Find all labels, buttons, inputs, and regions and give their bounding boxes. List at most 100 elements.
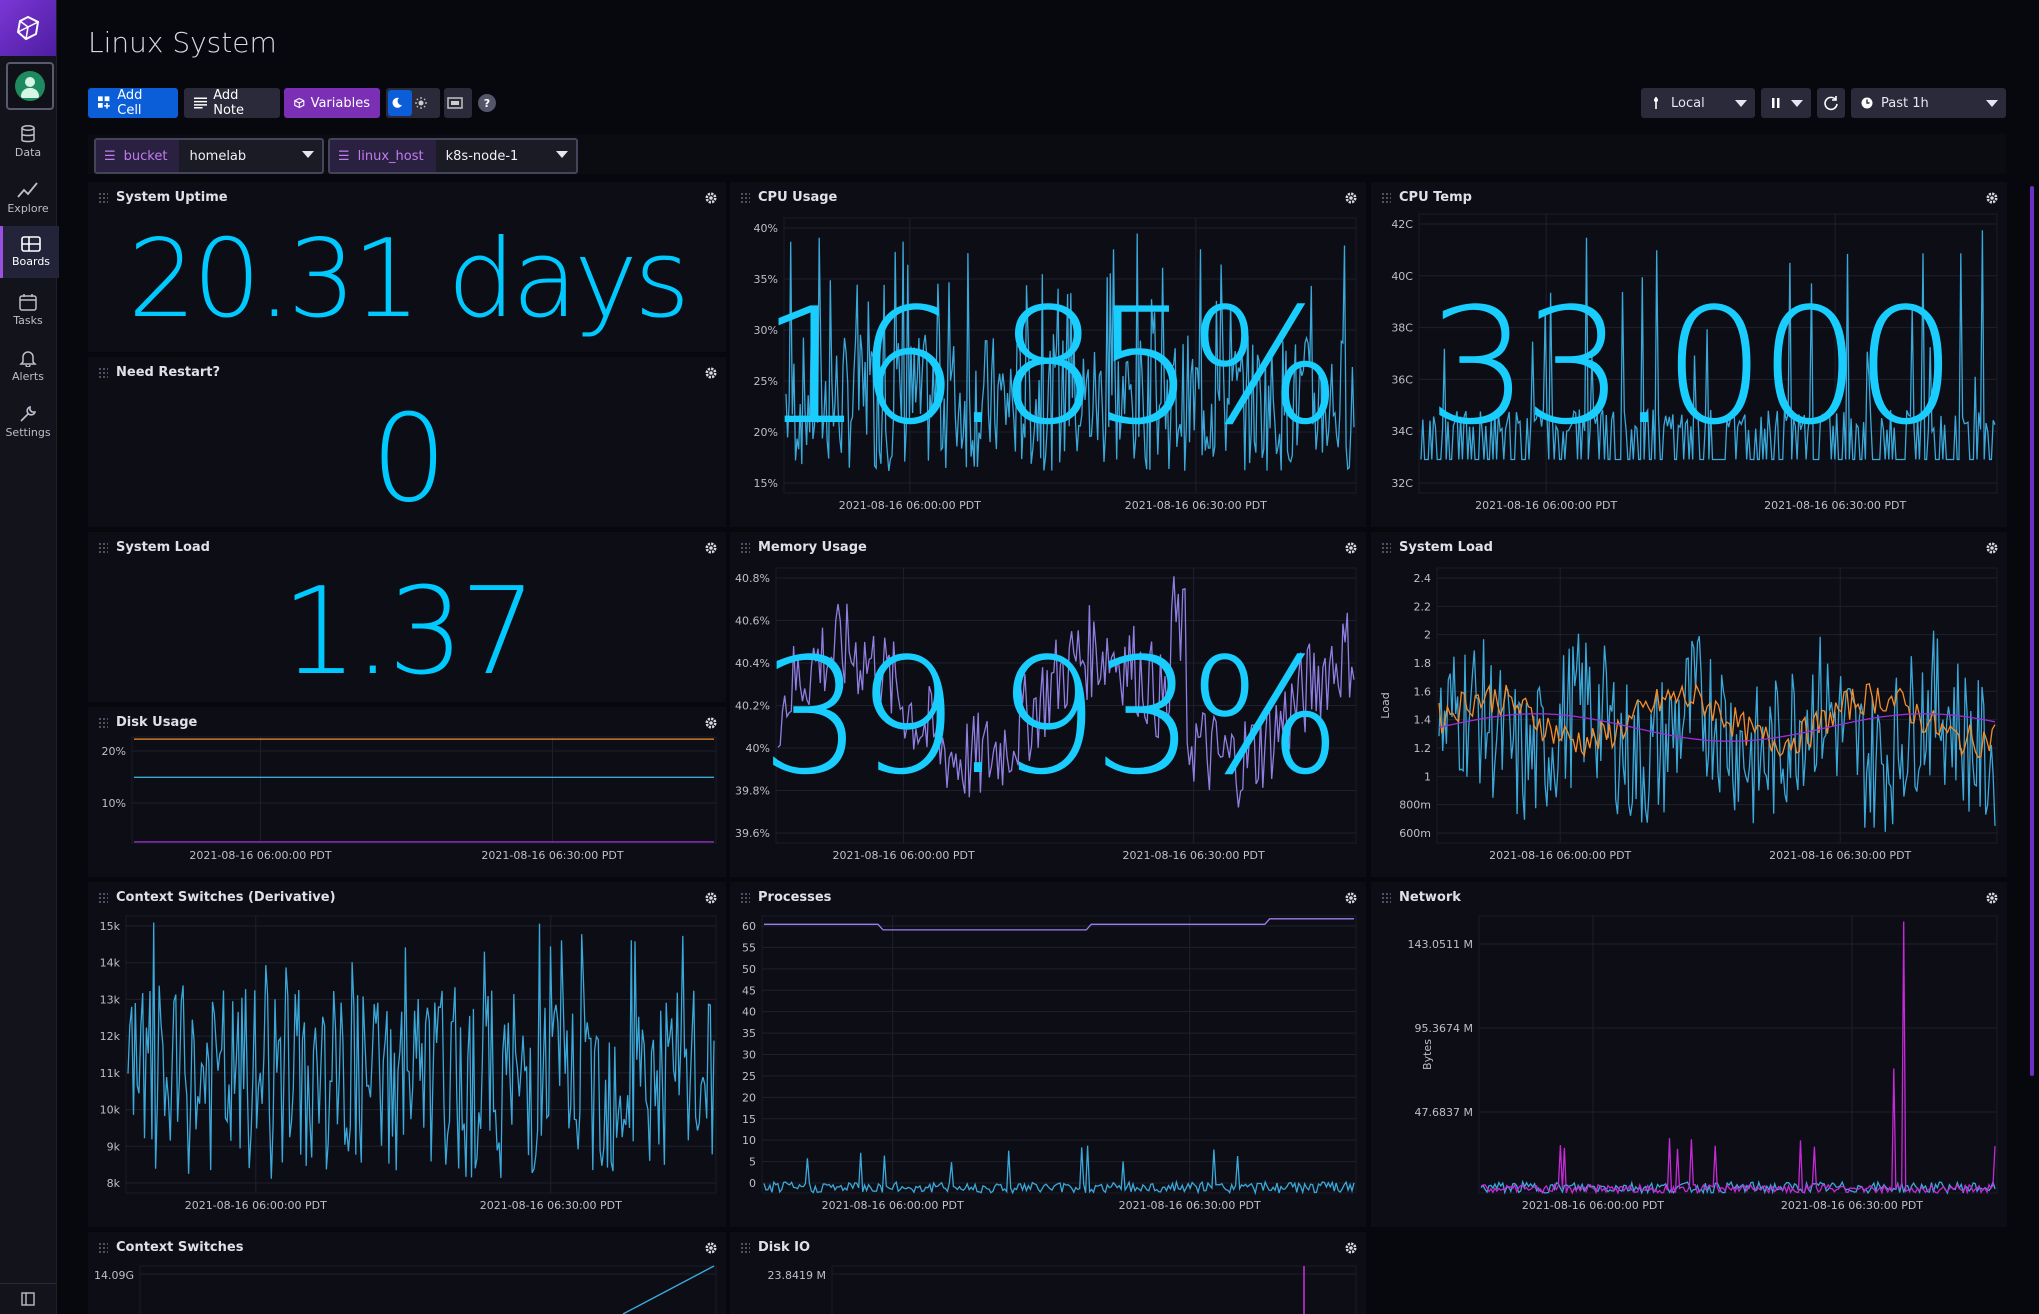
x-tick-label: 2021-08-16 06:30:00 PDT bbox=[481, 849, 623, 862]
cell-settings-gear-icon[interactable] bbox=[704, 540, 718, 559]
cell-context-switches-derivative[interactable]: 15k 14k 13k 12k 11k 10k 9k 8k 2021-08-16 06:00:0… bbox=[88, 882, 726, 1227]
cell-header: CPU Usage bbox=[740, 190, 837, 205]
single-stat-value: 0 bbox=[370, 390, 447, 529]
cell-memory-usage[interactable]: 40.8% 40.6% 40.4% 40.2% 40% 39.8% 39.6% 2021-08… bbox=[730, 532, 1366, 877]
drag-handle-icon[interactable] bbox=[98, 1241, 108, 1254]
y-axis-label: Load bbox=[1379, 692, 1392, 718]
graph-plot: 2.4 2.2 2 1.8 1.6 1.4 1.2 1 800m 600m 2021-08-16 0… bbox=[1379, 567, 1998, 862]
scrollbar[interactable] bbox=[2030, 186, 2034, 1076]
cell-settings-gear-icon[interactable] bbox=[1985, 190, 1999, 209]
plot-area bbox=[139, 1265, 717, 1314]
dark-mode-option[interactable] bbox=[388, 90, 412, 116]
cell-cpu-usage[interactable]: 40% 35% 30% 25% 20% 15% 2021-08-16 06:00:00 PD… bbox=[730, 182, 1366, 527]
cell-header: System Uptime bbox=[98, 190, 228, 205]
influxdb-logo[interactable] bbox=[0, 0, 56, 56]
cell-system-uptime[interactable]: System Uptime 20.31 days bbox=[88, 182, 726, 352]
drag-handle-icon[interactable] bbox=[98, 191, 108, 204]
add-cell-icon bbox=[98, 96, 110, 109]
cell-settings-gear-icon[interactable] bbox=[1344, 190, 1358, 209]
x-tick-label: 2021-08-16 06:30:00 PDT bbox=[1119, 1199, 1261, 1212]
cell-settings-gear-icon[interactable] bbox=[704, 890, 718, 909]
y-tick-label: 34C bbox=[1391, 425, 1413, 438]
cell-settings-gear-icon[interactable] bbox=[704, 190, 718, 209]
cell-settings-gear-icon[interactable] bbox=[1344, 890, 1358, 909]
cell-settings-gear-icon[interactable] bbox=[704, 365, 718, 384]
drag-handle-icon[interactable] bbox=[740, 191, 750, 204]
variable-value: homelab bbox=[189, 148, 247, 164]
cell-settings-gear-icon[interactable] bbox=[1985, 540, 1999, 559]
graph-plot: 20% 10% 2021-08-16 06:00:00 PDT 2021-08-16 … bbox=[102, 736, 717, 862]
cell-title: Memory Usage bbox=[758, 540, 867, 555]
drag-handle-icon[interactable] bbox=[98, 366, 108, 379]
sidebar-item-boards[interactable]: Boards bbox=[0, 226, 59, 278]
add-cell-button[interactable]: Add Cell bbox=[88, 88, 178, 118]
add-note-button[interactable]: Add Note bbox=[184, 88, 280, 118]
sidebar-item-settings[interactable]: Settings bbox=[0, 396, 56, 448]
cell-processes[interactable]: 60 55 50 45 40 35 30 25 20 15 10 5 0 2021-08-16 06:00… bbox=[730, 882, 1366, 1227]
y-tick-label: 15k bbox=[100, 920, 121, 933]
cell-settings-gear-icon[interactable] bbox=[704, 1240, 718, 1259]
variable-dropdown-linux-host[interactable]: ☰ linux_host k8s-node-1 bbox=[328, 138, 578, 174]
drag-handle-icon[interactable] bbox=[98, 716, 108, 729]
drag-handle-icon[interactable] bbox=[740, 541, 750, 554]
collapse-sidebar-button[interactable] bbox=[0, 1283, 56, 1314]
cell-cpu-temp[interactable]: 42C 40C 38C 36C 34C 32C 2021-08-16 06:00:00 PD… bbox=[1371, 182, 2007, 527]
graph-plot: 143.0511 M 95.3674 M 47.6837 M 2021-08-16 0… bbox=[1408, 915, 1998, 1212]
sidebar-item-alerts[interactable]: Alerts bbox=[0, 340, 56, 392]
variables-button[interactable]: Variables bbox=[284, 88, 380, 118]
cell-network[interactable]: 143.0511 M 95.3674 M 47.6837 M 2021-08-16 0… bbox=[1371, 882, 2007, 1227]
cell-settings-gear-icon[interactable] bbox=[704, 715, 718, 734]
y-tick-label: 10k bbox=[100, 1104, 121, 1117]
y-tick-label: 800m bbox=[1399, 799, 1431, 812]
x-tick-label: 2021-08-16 06:00:00 PDT bbox=[185, 1199, 327, 1212]
sidebar-item-explore[interactable]: Explore bbox=[0, 172, 56, 224]
x-tick-label: 2021-08-16 06:30:00 PDT bbox=[1123, 849, 1265, 862]
cell-context-switches[interactable]: 14.09G Context Switches bbox=[88, 1232, 726, 1314]
series-line bbox=[764, 918, 1354, 931]
drag-handle-icon[interactable] bbox=[1381, 891, 1391, 904]
cell-title: Disk IO bbox=[758, 1240, 811, 1255]
light-mode-option[interactable] bbox=[412, 90, 436, 116]
cell-system-load-graph[interactable]: 2.4 2.2 2 1.8 1.6 1.4 1.2 1 800m 600m 2021-08-16 0… bbox=[1371, 532, 2007, 877]
y-tick-label: 1.6 bbox=[1414, 685, 1432, 698]
cell-settings-gear-icon[interactable] bbox=[1344, 1240, 1358, 1259]
variable-dropdown-bucket[interactable]: ☰ bucket homelab bbox=[94, 138, 324, 174]
user-avatar[interactable] bbox=[6, 62, 54, 110]
x-tick-label: 2021-08-16 06:30:00 PDT bbox=[1764, 499, 1906, 512]
sidebar-item-tasks[interactable]: Tasks bbox=[0, 284, 56, 336]
cell-title: System Load bbox=[1399, 540, 1493, 555]
timezone-dropdown[interactable]: Local bbox=[1641, 88, 1755, 118]
cell-disk-io[interactable]: 23.8419 M Disk IO bbox=[730, 1232, 1366, 1314]
cell-title: Context Switches bbox=[116, 1240, 244, 1255]
drag-handle-icon[interactable] bbox=[98, 541, 108, 554]
drag-handle-icon[interactable] bbox=[740, 891, 750, 904]
drag-handle-icon[interactable] bbox=[1381, 191, 1391, 204]
presentation-mode-button[interactable] bbox=[444, 88, 472, 118]
cell-system-load-stat[interactable]: System Load 1.37 bbox=[88, 532, 726, 702]
help-icon[interactable]: ? bbox=[478, 94, 496, 112]
x-tick-label: 2021-08-16 06:00:00 PDT bbox=[839, 499, 981, 512]
cell-title: Need Restart? bbox=[116, 365, 221, 380]
cell-title: System Load bbox=[116, 540, 210, 555]
sidebar-item-data[interactable]: Data bbox=[0, 116, 56, 168]
cell-settings-gear-icon[interactable] bbox=[1344, 540, 1358, 559]
cell-need-restart[interactable]: Need Restart? 0 bbox=[88, 357, 726, 527]
refresh-button[interactable] bbox=[1817, 88, 1845, 118]
autorefresh-dropdown[interactable] bbox=[1761, 88, 1811, 118]
y-tick-label: 35% bbox=[754, 273, 778, 286]
graph-plot: 23.8419 M bbox=[768, 1265, 1357, 1314]
drag-handle-icon[interactable] bbox=[98, 891, 108, 904]
y-tick-label: 143.0511 M bbox=[1408, 938, 1473, 951]
graph-plot: 6055504540353025201510502021-08-16 06:00… bbox=[742, 915, 1357, 1212]
cell-title: CPU Usage bbox=[758, 190, 838, 205]
drag-handle-icon[interactable] bbox=[740, 1241, 750, 1254]
drag-handle-icon[interactable] bbox=[1381, 541, 1391, 554]
y-tick-label: 15% bbox=[754, 477, 778, 490]
time-range-dropdown[interactable]: Past 1h bbox=[1851, 88, 2006, 118]
theme-toggle[interactable] bbox=[386, 88, 440, 118]
sun-icon bbox=[415, 97, 427, 109]
cell-disk-usage[interactable]: 20% 10% 2021-08-16 06:00:00 PDT 2021-08-16 … bbox=[88, 707, 726, 877]
cell-settings-gear-icon[interactable] bbox=[1985, 890, 1999, 909]
cube-icon bbox=[294, 97, 305, 109]
y-tick-label: 12k bbox=[100, 1030, 121, 1043]
